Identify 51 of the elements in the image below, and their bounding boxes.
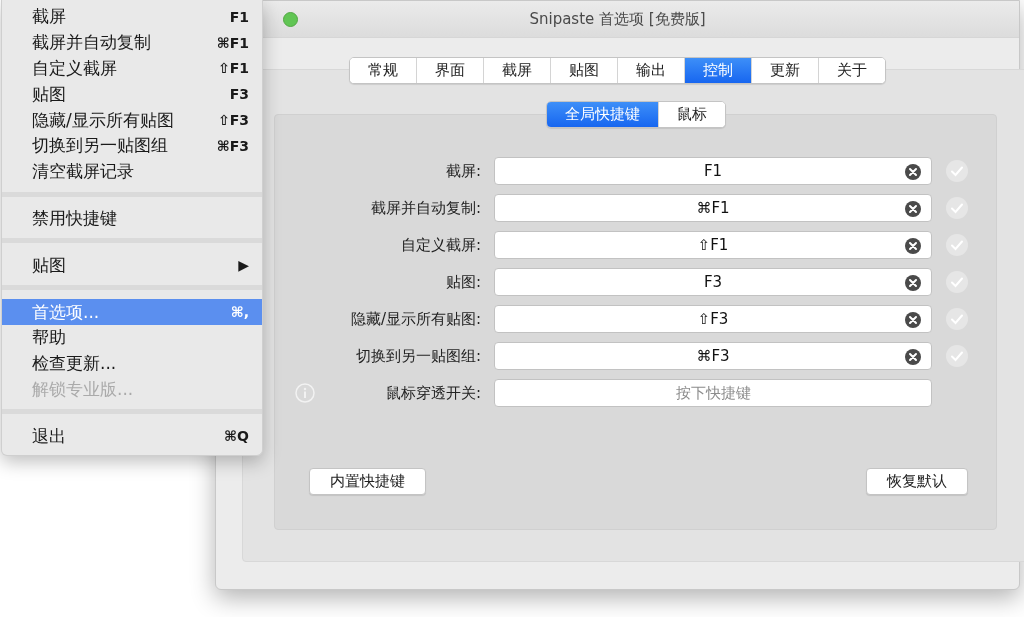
subtab[interactable]: 鼠标: [657, 102, 725, 127]
menu-item[interactable]: 自定义截屏 ⇧F1: [2, 55, 262, 82]
shortcut-field[interactable]: F3: [494, 268, 932, 296]
check-icon: [946, 160, 968, 182]
shortcut-label: 截屏并自动复制:: [369, 198, 482, 218]
shortcut-label: 截屏:: [444, 161, 482, 181]
shortcut-field[interactable]: ⌘F1: [494, 194, 932, 222]
check-icon: [946, 308, 968, 330]
shortcut-field[interactable]: F1: [494, 157, 932, 185]
tab[interactable]: 控制: [684, 58, 751, 83]
shortcut-label: 贴图:: [444, 272, 482, 292]
check-icon: [946, 197, 968, 219]
clear-icon[interactable]: [905, 201, 921, 217]
menu-item[interactable]: 禁用快捷键: [2, 205, 262, 232]
clear-icon[interactable]: [905, 164, 921, 180]
clear-icon[interactable]: [905, 349, 921, 365]
menu-item[interactable]: 贴图 F3: [2, 81, 262, 108]
shortcut-label: 隐藏/显示所有贴图:: [349, 309, 482, 329]
check-icon: [946, 345, 968, 367]
clear-icon[interactable]: [905, 275, 921, 291]
shortcut-field[interactable]: ⇧F1: [494, 231, 932, 259]
subtab[interactable]: 全局快捷键: [546, 102, 658, 127]
shortcut-field[interactable]: ⇧F3: [494, 305, 932, 333]
shortcut-field[interactable]: 按下快捷键: [494, 379, 932, 407]
menu-item[interactable]: 帮助: [2, 324, 262, 351]
tab[interactable]: 贴图: [550, 58, 617, 83]
tab[interactable]: 关于: [818, 58, 885, 83]
tab[interactable]: 常规: [350, 58, 416, 83]
clear-icon[interactable]: [905, 312, 921, 328]
shortcut-label: 自定义截屏:: [399, 235, 482, 255]
check-icon: [946, 271, 968, 293]
menu-item[interactable]: 截屏 F1: [2, 4, 262, 30]
menu-item[interactable]: 清空截屏记录: [2, 158, 262, 185]
menu-item[interactable]: 切换到另一贴图组 ⌘F3: [2, 133, 262, 159]
window-title: Snipaste 首选项 [免费版]: [529, 9, 706, 29]
check-icon: [946, 234, 968, 256]
shortcut-field[interactable]: ⌘F3: [494, 342, 932, 370]
menu-item[interactable]: 贴图 ▶: [2, 252, 262, 279]
shortcut-label: 切换到另一贴图组:: [354, 346, 482, 366]
menu-item[interactable]: 隐藏/显示所有贴图 ⇧F3: [2, 107, 262, 133]
tab[interactable]: 界面: [416, 58, 483, 83]
menu-item[interactable]: 退出 ⌘Q: [2, 423, 262, 450]
shortcut-label: 鼠标穿透开关:: [384, 383, 482, 403]
clear-icon[interactable]: [905, 238, 921, 254]
menu-item[interactable]: 检查更新...: [2, 350, 262, 377]
action-button[interactable]: 恢复默认: [866, 468, 968, 495]
action-button[interactable]: 内置快捷键: [309, 468, 426, 495]
tab[interactable]: 更新: [751, 58, 818, 83]
tab[interactable]: 截屏: [483, 58, 550, 83]
tab[interactable]: 输出: [617, 58, 684, 83]
menu-item[interactable]: 截屏并自动复制 ⌘F1: [2, 29, 262, 56]
